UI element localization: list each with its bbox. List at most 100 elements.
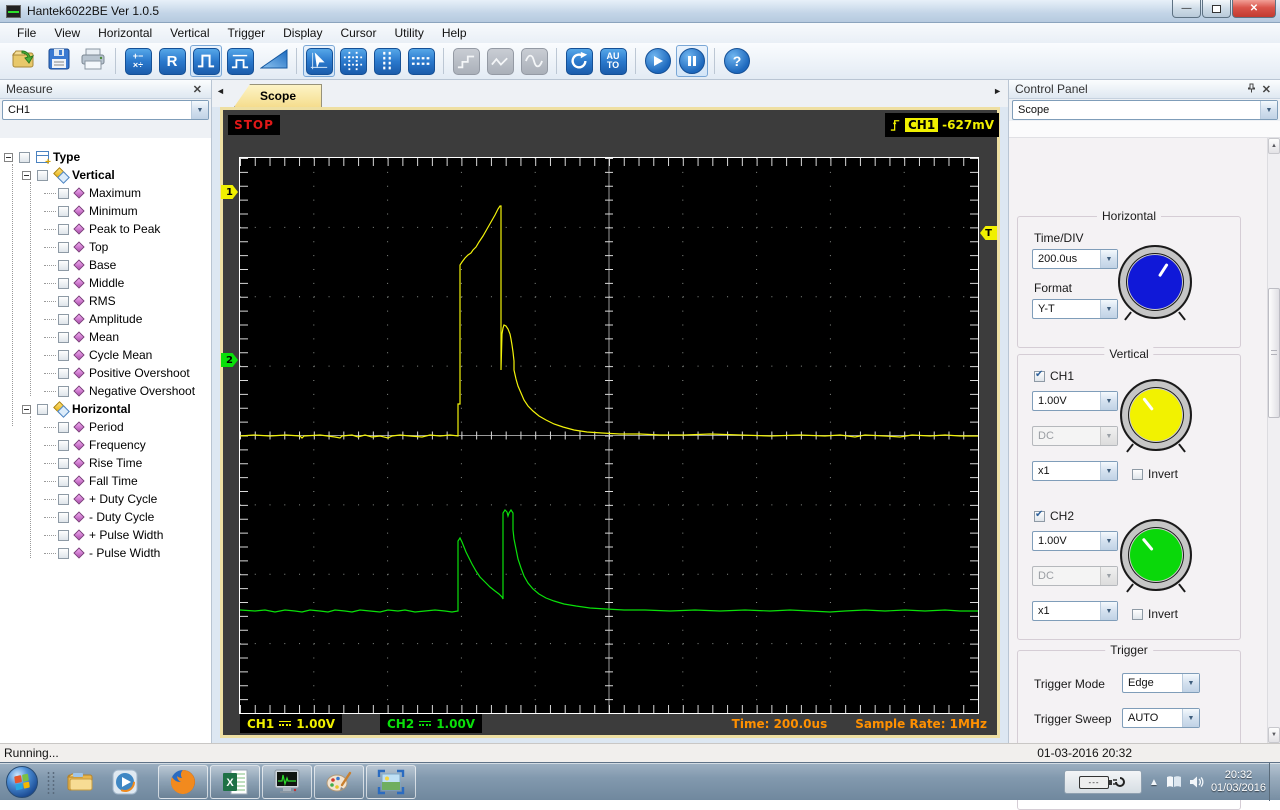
menu-item-view[interactable]: View xyxy=(45,24,89,42)
taskbar-item-paint[interactable] xyxy=(314,765,364,799)
tree-item-frequency[interactable]: Frequency xyxy=(0,436,211,454)
vertical-cursors-button[interactable] xyxy=(371,45,403,77)
taskbar-item-media-player[interactable] xyxy=(108,767,142,797)
tree-checkbox[interactable] xyxy=(58,188,69,199)
tree-checkbox[interactable] xyxy=(58,386,69,397)
taskbar-item-screenshot[interactable] xyxy=(366,765,416,799)
tree-item-duty-cycle[interactable]: + Duty Cycle xyxy=(0,490,211,508)
horizontal-position-knob[interactable] xyxy=(1118,245,1192,319)
help-button[interactable]: ? xyxy=(721,45,753,77)
chevron-down-icon[interactable]: ▼ xyxy=(1260,101,1277,119)
show-hidden-icons[interactable]: ▲ xyxy=(1149,777,1159,788)
trigger-level-marker[interactable]: T xyxy=(980,226,997,240)
start-button[interactable] xyxy=(6,766,38,798)
chevron-down-icon[interactable]: ▼ xyxy=(1100,462,1117,480)
refresh-button[interactable] xyxy=(563,45,595,77)
open-button[interactable] xyxy=(9,45,41,77)
chevron-down-icon[interactable]: ▼ xyxy=(191,101,208,119)
ch2-probe-select[interactable]: x1 ▼ xyxy=(1032,601,1118,621)
tree-checkbox[interactable] xyxy=(58,458,69,469)
windows-update-flag-icon[interactable] xyxy=(1166,774,1182,790)
speaker-icon[interactable] xyxy=(1189,775,1204,789)
tree-checkbox[interactable] xyxy=(58,440,69,451)
tree-checkbox[interactable] xyxy=(58,260,69,271)
tree-item-pulse-width[interactable]: + Pulse Width xyxy=(0,526,211,544)
tree-item-middle[interactable]: Middle xyxy=(0,274,211,292)
pin-icon[interactable] xyxy=(1244,83,1259,96)
tree-item-rise-time[interactable]: Rise Time xyxy=(0,454,211,472)
cross-cursor-button[interactable] xyxy=(337,45,369,77)
tree-item-rms[interactable]: RMS xyxy=(0,292,211,310)
menu-item-file[interactable]: File xyxy=(8,24,45,42)
trigger-mode-select[interactable]: Edge▼ xyxy=(1122,673,1200,693)
tree-checkbox[interactable] xyxy=(58,224,69,235)
taskbar-clock[interactable]: 20:32 01/03/2016 xyxy=(1211,769,1266,795)
chevron-down-icon[interactable]: ▼ xyxy=(1100,532,1117,550)
chevron-down-icon[interactable]: ▼ xyxy=(1100,250,1117,268)
tree-item-amplitude[interactable]: Amplitude xyxy=(0,310,211,328)
tree-checkbox[interactable] xyxy=(58,278,69,289)
tree-checkbox[interactable] xyxy=(37,170,48,181)
measure-close-icon[interactable]: ✕ xyxy=(190,83,205,96)
ch1-probe-select[interactable]: x1 ▼ xyxy=(1032,461,1118,481)
math-button[interactable]: +−×÷ xyxy=(122,45,154,77)
control-panel-close-icon[interactable]: ✕ xyxy=(1259,83,1274,96)
tree-checkbox[interactable] xyxy=(58,512,69,523)
tree-item-vertical[interactable]: Vertical xyxy=(0,166,211,184)
time-div-select[interactable]: 200.0us ▼ xyxy=(1032,249,1118,269)
tree-checkbox[interactable] xyxy=(58,242,69,253)
tree-item-base[interactable]: Base xyxy=(0,256,211,274)
tab-scope[interactable]: Scope xyxy=(234,84,322,107)
tree-item-fall-time[interactable]: Fall Time xyxy=(0,472,211,490)
menu-item-vertical[interactable]: Vertical xyxy=(161,24,218,42)
scrollbar-thumb[interactable] xyxy=(1268,288,1280,418)
autoset-button[interactable]: AUTO xyxy=(597,45,629,77)
battery-indicator[interactable]: --- xyxy=(1064,770,1142,794)
tree-item-positive-overshoot[interactable]: Positive Overshoot xyxy=(0,364,211,382)
chevron-down-icon[interactable]: ▼ xyxy=(1182,709,1199,727)
taskbar-item-excel[interactable]: X xyxy=(210,765,260,799)
taskbar-item-oscilloscope[interactable] xyxy=(262,765,312,799)
tree-expand-icon[interactable] xyxy=(4,153,13,162)
ch1-invert-checkbox[interactable] xyxy=(1132,469,1143,480)
taskbar-grip[interactable] xyxy=(46,771,56,795)
tree-expand-icon[interactable] xyxy=(22,171,31,180)
ch2-volts-div-select[interactable]: 1.00V ▼ xyxy=(1032,531,1118,551)
ch1-volts-div-select[interactable]: 1.00V ▼ xyxy=(1032,391,1118,411)
scroll-up-icon[interactable]: ▲ xyxy=(1268,138,1280,154)
tree-expand-icon[interactable] xyxy=(22,405,31,414)
start-button[interactable] xyxy=(642,45,674,77)
menu-item-cursor[interactable]: Cursor xyxy=(331,24,385,42)
tree-item-top[interactable]: Top xyxy=(0,238,211,256)
tree-item-minimum[interactable]: Minimum xyxy=(0,202,211,220)
menu-item-trigger[interactable]: Trigger xyxy=(219,24,275,42)
taskbar-item-explorer[interactable] xyxy=(64,767,98,797)
tree-checkbox[interactable] xyxy=(58,314,69,325)
ch1-position-marker[interactable]: 1 xyxy=(221,185,238,199)
show-desktop-button[interactable] xyxy=(1269,763,1280,801)
ch2-invert-checkbox[interactable] xyxy=(1132,609,1143,620)
tree-checkbox[interactable] xyxy=(58,368,69,379)
ramp-button[interactable] xyxy=(258,45,290,77)
tree-checkbox[interactable] xyxy=(58,296,69,307)
tree-checkbox[interactable] xyxy=(19,152,30,163)
chevron-down-icon[interactable]: ▼ xyxy=(1100,602,1117,620)
pause-button[interactable] xyxy=(676,45,708,77)
tab-scroll-right-icon[interactable]: ► xyxy=(993,86,1002,96)
trigger-sweep-select[interactable]: AUTO▼ xyxy=(1122,708,1200,728)
tree-item-peak-to-peak[interactable]: Peak to Peak xyxy=(0,220,211,238)
tree-checkbox[interactable] xyxy=(58,350,69,361)
tree-item-maximum[interactable]: Maximum xyxy=(0,184,211,202)
panel-mode-select[interactable]: Scope ▼ xyxy=(1012,100,1278,120)
tree-checkbox[interactable] xyxy=(58,206,69,217)
chevron-down-icon[interactable]: ▼ xyxy=(1100,300,1117,318)
menu-item-help[interactable]: Help xyxy=(433,24,476,42)
tree-item-pulse-width[interactable]: - Pulse Width xyxy=(0,544,211,562)
format-select[interactable]: Y-T ▼ xyxy=(1032,299,1118,319)
tree-checkbox[interactable] xyxy=(37,404,48,415)
minimize-button[interactable]: — xyxy=(1172,0,1201,18)
close-button[interactable]: ✕ xyxy=(1232,0,1276,18)
scroll-down-icon[interactable]: ▼ xyxy=(1268,727,1280,743)
ch2-position-knob[interactable] xyxy=(1120,519,1192,591)
tree-checkbox[interactable] xyxy=(58,476,69,487)
